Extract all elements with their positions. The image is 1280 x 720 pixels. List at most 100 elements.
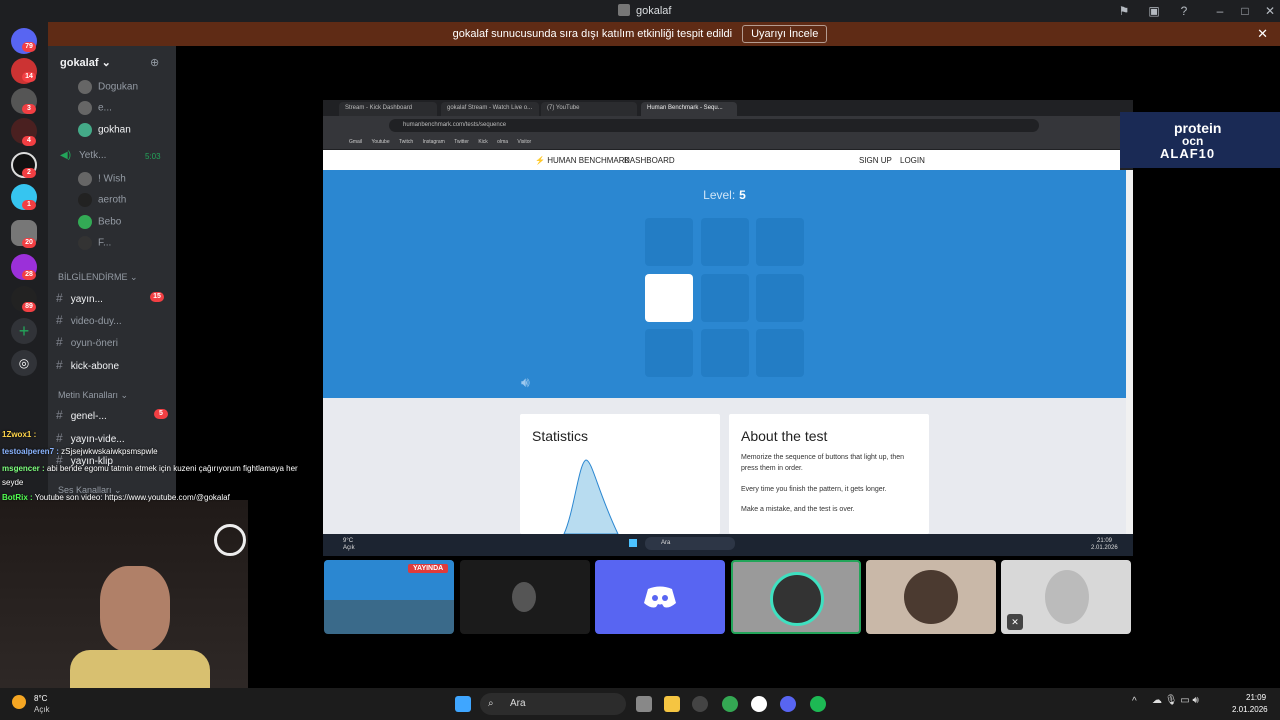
voice-timer: 5:03 [145, 152, 161, 161]
sequence-tile[interactable] [756, 329, 804, 377]
participant-tile-speaking[interactable] [731, 560, 861, 634]
help-icon[interactable]: ? [1176, 3, 1192, 19]
inner-search[interactable]: Ara [645, 537, 735, 550]
volume-icon[interactable]: 🔊︎ [521, 374, 530, 391]
channel-item[interactable]: # yayın... [56, 291, 103, 305]
browser-tab[interactable]: Stream - Kick Dashboard [339, 102, 437, 116]
add-member-icon[interactable]: ⊕ [150, 56, 159, 69]
login-link[interactable]: LOGIN [900, 156, 925, 165]
sequence-tile[interactable] [756, 218, 804, 266]
badge: 89 [22, 302, 36, 312]
badge: 20 [22, 238, 36, 248]
tray-icons[interactable]: ☁ 🎙︎ ▭ 🔊︎ [1152, 695, 1199, 706]
voice-user[interactable]: F... [78, 236, 111, 250]
inner-clock-time: 21:09 [1097, 538, 1113, 544]
channel-item[interactable]: # yayın-vide... [56, 431, 125, 445]
avatar [1045, 570, 1089, 624]
mention-badge: 5 [154, 409, 168, 419]
mention-badge: 15 [150, 292, 164, 302]
chatgpt-icon[interactable] [751, 696, 767, 712]
notice-text: gokalaf sunucusunda sıra dışı katılım et… [452, 28, 733, 40]
avatar [78, 172, 92, 186]
bookmark[interactable]: Twitch [399, 135, 413, 149]
bookmark[interactable]: Gmail [349, 135, 362, 149]
participant-tile[interactable] [460, 560, 590, 634]
minimize-icon[interactable]: – [1212, 3, 1228, 19]
badge: 2 [22, 168, 36, 178]
voice-user[interactable]: aeroth [78, 193, 126, 207]
voice-user[interactable]: Bebo [78, 215, 121, 229]
channel-item[interactable]: # video-duy... [56, 313, 122, 327]
stream-thumbnail[interactable]: YAYINDA [324, 560, 454, 634]
close-window-icon[interactable]: ✕ [1262, 3, 1278, 19]
participant-tile[interactable] [595, 560, 725, 634]
voice-user[interactable]: e... [78, 101, 112, 115]
bookmark[interactable]: Youtube [371, 135, 389, 149]
clock-date: 2.01.2026 [1232, 705, 1268, 714]
windows-start-icon[interactable] [629, 539, 637, 547]
discover-icon[interactable]: ◎ [11, 350, 37, 376]
url-field[interactable]: humanbenchmark.com/tests/sequence [389, 119, 1039, 132]
server-name[interactable]: gokalaf ⌄ [60, 56, 111, 69]
sequence-tile-lit[interactable] [645, 274, 693, 322]
avatar [78, 123, 92, 137]
participant-tile[interactable] [866, 560, 996, 634]
voice-channel[interactable]: ◀) Yetk... [60, 150, 106, 161]
taskbar-search[interactable]: ⌕ Ara [480, 693, 626, 715]
file-explorer-icon[interactable] [664, 696, 680, 712]
sponsor-banner: protein ocn ALAF10 [1120, 112, 1280, 168]
statistics-title: Statistics [532, 428, 589, 444]
task-view-icon[interactable] [636, 696, 652, 712]
sequence-tile[interactable] [701, 329, 749, 377]
chat-line: seyde [2, 478, 24, 487]
bookmark[interactable]: Kick [478, 135, 487, 149]
avatar [78, 193, 92, 207]
inner-weather: 9°C [343, 538, 354, 544]
statistics-card: Statistics [520, 414, 720, 534]
add-server-icon[interactable]: + [11, 318, 37, 344]
channel-item[interactable]: # kick-abone [56, 358, 119, 372]
sequence-tile[interactable] [645, 329, 693, 377]
review-warning-button[interactable]: Uyarıyı İncele [742, 25, 828, 43]
voice-user[interactable]: ! Wish [78, 172, 126, 186]
channel-item[interactable]: # oyun-öneri [56, 335, 118, 349]
maximize-icon[interactable]: □ [1237, 3, 1253, 19]
statistics-chart [563, 459, 619, 534]
page-scrollbar[interactable] [1126, 170, 1133, 534]
chrome-icon[interactable] [722, 696, 738, 712]
signup-link[interactable]: SIGN UP [859, 156, 892, 165]
bookmark[interactable]: Visitor [517, 135, 531, 149]
discord-logo-icon [644, 586, 676, 608]
site-nav: ⚡ HUMAN BENCHMARK DASHBOARD SIGN UP LOGI… [323, 150, 1120, 170]
weather-icon [12, 695, 26, 709]
sequence-tile[interactable] [701, 218, 749, 266]
participant-tile[interactable]: ✕ [1001, 560, 1131, 634]
bookmark[interactable]: Instagram [423, 135, 445, 149]
voice-user[interactable]: Dogukan [78, 80, 138, 94]
browser-tab[interactable]: (7) YouTube [541, 102, 637, 116]
avatar [512, 582, 536, 612]
inbox-icon[interactable]: ▣ [1146, 3, 1162, 19]
spotify-icon[interactable] [810, 696, 826, 712]
start-icon[interactable] [455, 696, 471, 712]
close-notice-icon[interactable]: ✕ [1257, 26, 1268, 42]
browser-tab[interactable]: gokalaf Stream - Watch Live o... [441, 102, 539, 116]
bookmark[interactable]: Twitter [454, 135, 469, 149]
sequence-tile[interactable] [756, 274, 804, 322]
channel-item[interactable]: # genel-... [56, 408, 107, 422]
category-text[interactable]: Metin Kanalları ⌄ [58, 390, 128, 401]
obs-icon[interactable] [692, 696, 708, 712]
sequence-tile[interactable] [645, 218, 693, 266]
voice-user[interactable]: gokhan [78, 123, 131, 137]
badge: 3 [22, 104, 36, 114]
shared-browser-window: Stream - Kick Dashboard gokalaf Stream -… [323, 100, 1133, 556]
discord-taskbar-icon[interactable] [780, 696, 796, 712]
dashboard-link[interactable]: DASHBOARD [624, 156, 675, 165]
tray-chevron-icon[interactable]: ^ [1132, 696, 1137, 707]
browser-tab-active[interactable]: Human Benchmark - Sequ... [641, 102, 737, 116]
category-info[interactable]: BİLGİLENDİRME ⌄ [58, 272, 138, 283]
sequence-tile[interactable] [701, 274, 749, 322]
flag-icon[interactable]: ⚑ [1116, 3, 1132, 19]
brand-link[interactable]: ⚡ HUMAN BENCHMARK [535, 156, 630, 165]
bookmark[interactable]: olma [497, 135, 508, 149]
